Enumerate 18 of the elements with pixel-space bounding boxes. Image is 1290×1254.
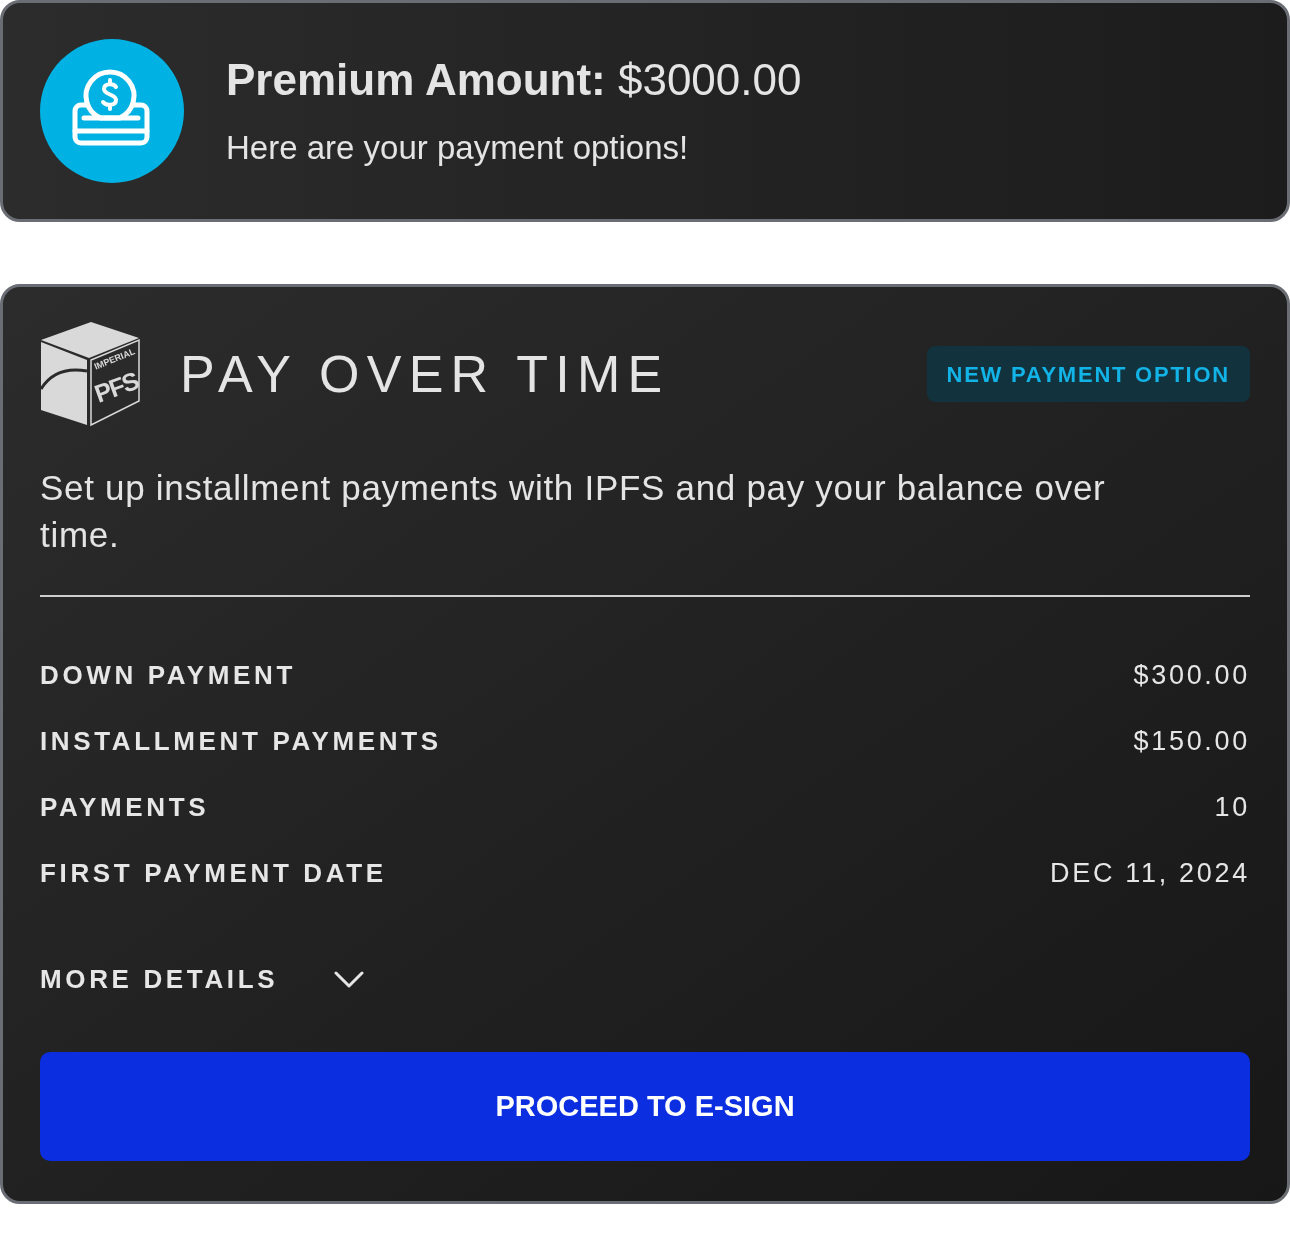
coin-card-icon	[40, 39, 184, 183]
row-label: INSTALLMENT PAYMENTS	[40, 724, 442, 758]
proceed-to-e-sign-button[interactable]: PROCEED TO E-SIGN	[40, 1052, 1250, 1161]
row-value: DEC 11, 2024	[1050, 856, 1250, 890]
row-value: $300.00	[1133, 658, 1250, 692]
more-details-label: MORE DETAILS	[40, 962, 279, 996]
row-label: FIRST PAYMENT DATE	[40, 856, 387, 890]
plan-description: Set up installment payments with IPFS and pay your balance over time.	[40, 467, 1107, 556]
payment-options-subtitle: Here are your payment options!	[226, 128, 690, 168]
row-label: DOWN PAYMENT	[40, 658, 297, 692]
new-option-badge: NEW PAYMENT OPTION	[926, 346, 1250, 402]
premium-amount: Premium Amount: $3000.00	[226, 54, 802, 106]
row-value: 10	[1214, 790, 1250, 824]
row-value: $150.00	[1133, 724, 1250, 758]
plan-title: PAY OVER TIME	[180, 344, 670, 404]
more-details-toggle[interactable]: MORE DETAILS	[40, 959, 365, 999]
row-label: PAYMENTS	[40, 790, 210, 824]
cube-logo-icon	[40, 321, 140, 427]
